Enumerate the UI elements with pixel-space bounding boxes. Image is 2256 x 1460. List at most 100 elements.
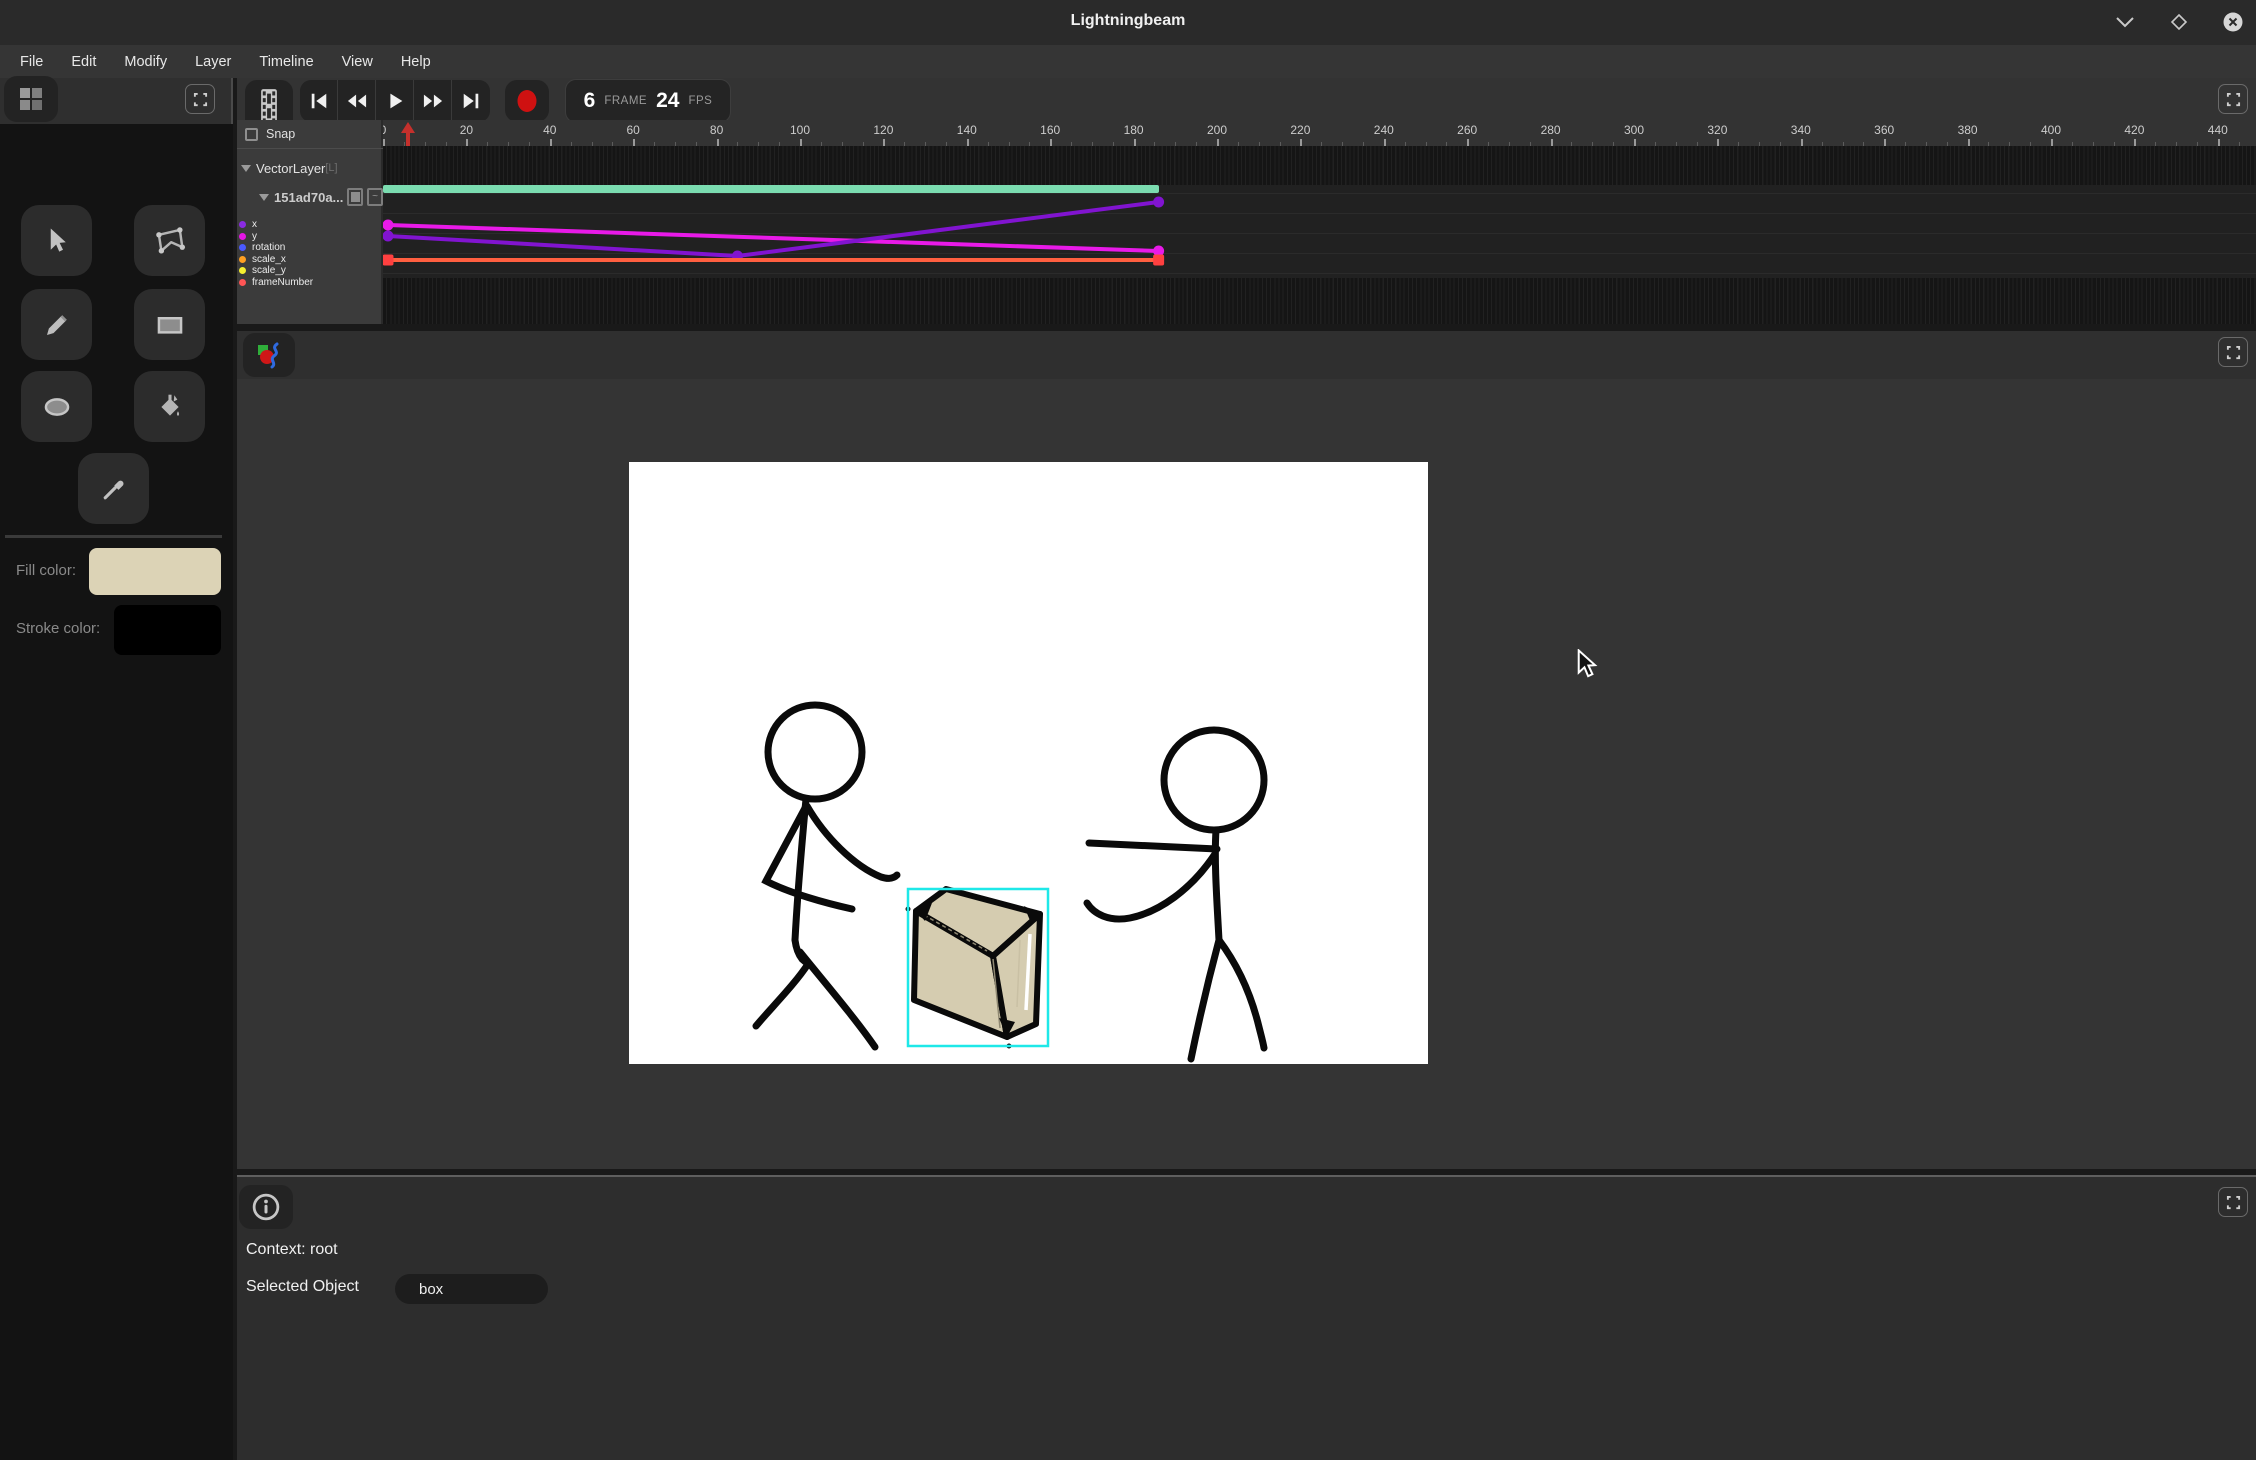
fill-color-swatch[interactable] <box>89 548 221 595</box>
ruler-tick <box>1551 139 1553 146</box>
grid-layout-icon[interactable] <box>4 76 58 122</box>
transform-tool-button[interactable] <box>134 205 205 276</box>
property-row-y[interactable]: y <box>239 231 313 243</box>
property-color-dot <box>239 233 246 240</box>
collapse-arrow-icon[interactable] <box>259 194 269 201</box>
keyframe-y[interactable] <box>383 220 394 231</box>
rectangle-icon <box>154 309 186 341</box>
paint-bucket-tool-button[interactable] <box>134 371 205 442</box>
timeline-header: 6 FRAME 24 FPS <box>237 78 2256 120</box>
property-row-frameNumber[interactable]: frameNumber <box>239 277 313 289</box>
ruler-label: 0 <box>383 123 386 137</box>
info-icon[interactable] <box>239 1185 293 1229</box>
fps-label: FPS <box>688 95 712 107</box>
ruler-label: 220 <box>1290 123 1310 137</box>
sidebar-fullscreen-icon[interactable] <box>185 84 215 114</box>
ruler-tick <box>1384 139 1386 146</box>
minimize-icon[interactable] <box>2112 9 2138 35</box>
skip-to-end-button[interactable] <box>452 80 490 122</box>
ruler-label: 380 <box>1958 123 1978 137</box>
keyframe-frameNumber[interactable] <box>1153 255 1164 266</box>
title-bar: Lightningbeam <box>0 0 2256 45</box>
figure-head <box>768 705 862 799</box>
ruler-label: 20 <box>460 123 473 137</box>
pencil-tool-button[interactable] <box>21 289 92 360</box>
eyedropper-tool-button[interactable] <box>78 453 149 524</box>
keyframe-frameNumber[interactable] <box>383 255 394 266</box>
ellipse-tool-button[interactable] <box>21 371 92 442</box>
ruler-label: 160 <box>1040 123 1060 137</box>
info-panel-fullscreen-icon[interactable] <box>2218 1187 2248 1217</box>
ruler-tick <box>1467 139 1469 146</box>
playhead[interactable] <box>401 122 416 146</box>
ruler-tick <box>1050 139 1052 146</box>
close-icon[interactable] <box>2220 9 2246 35</box>
keyframe-x[interactable] <box>1153 197 1164 208</box>
ruler-label: 420 <box>2124 123 2144 137</box>
menu-timeline[interactable]: Timeline <box>245 54 327 70</box>
menu-modify[interactable]: Modify <box>110 54 181 70</box>
transport-controls <box>300 80 490 122</box>
fast-forward-button[interactable] <box>414 80 452 122</box>
info-panel: Context: root Selected Object box <box>237 1175 2256 1460</box>
property-row-scale_x[interactable]: scale_x <box>239 254 313 266</box>
menu-help[interactable]: Help <box>387 54 445 70</box>
ruler-label: 360 <box>1874 123 1894 137</box>
skip-to-start-button[interactable] <box>300 80 338 122</box>
stick-figure-right[interactable] <box>1087 730 1264 1059</box>
box-object[interactable] <box>906 889 1049 1049</box>
menu-bar: FileEditModifyLayerTimelineViewHelp <box>0 45 2256 78</box>
ruler-label: 200 <box>1207 123 1227 137</box>
property-row-rotation[interactable]: rotation <box>239 242 313 254</box>
selected-object-field[interactable]: box <box>395 1274 548 1304</box>
pencil-icon <box>42 310 72 340</box>
rectangle-tool-button[interactable] <box>134 289 205 360</box>
ruler-label: 60 <box>627 123 640 137</box>
property-row-scale_y[interactable]: scale_y <box>239 265 313 277</box>
sublayer-curve-toggle[interactable]: ~ <box>367 188 383 206</box>
ellipse-icon <box>41 391 73 423</box>
layer-suffix: [L] <box>325 162 337 174</box>
ruler-label: 260 <box>1457 123 1477 137</box>
timeline-ruler[interactable]: 0204060801001201401601802002202402602803… <box>383 120 2256 146</box>
collapse-arrow-icon[interactable] <box>241 165 251 172</box>
ruler-label: 280 <box>1541 123 1561 137</box>
ruler-label: 340 <box>1791 123 1811 137</box>
property-color-dot <box>239 279 246 286</box>
layer-row-vectorlayer[interactable]: VectorLayer [L] <box>237 156 383 180</box>
curve-y[interactable] <box>388 225 1159 251</box>
ruler-label: 320 <box>1707 123 1727 137</box>
canvas-fullscreen-icon[interactable] <box>2218 337 2248 367</box>
menu-layer[interactable]: Layer <box>181 54 245 70</box>
property-row-x[interactable]: x <box>239 219 313 231</box>
maximize-icon[interactable] <box>2166 9 2192 35</box>
app-window: Lightningbeam FileEditModifyLayerTimelin… <box>0 0 2256 1460</box>
timeline-fullscreen-icon[interactable] <box>2218 84 2248 114</box>
rewind-button[interactable] <box>338 80 376 122</box>
property-label: y <box>252 231 257 242</box>
drawing-canvas[interactable] <box>629 462 1428 1064</box>
snap-checkbox[interactable] <box>245 128 258 141</box>
record-button[interactable] <box>505 80 549 122</box>
record-icon <box>515 89 539 113</box>
sublayer-solid-toggle[interactable] <box>347 188 363 206</box>
timeline-tracks[interactable] <box>383 146 2256 324</box>
keyframe-x[interactable] <box>383 231 394 242</box>
select-tool-button[interactable] <box>21 205 92 276</box>
keyframe-curves[interactable] <box>383 146 2256 324</box>
property-color-dot <box>239 221 246 228</box>
stick-figure-left[interactable] <box>756 705 897 1047</box>
ruler-label: 140 <box>957 123 977 137</box>
menu-view[interactable]: View <box>328 54 387 70</box>
sidebar-header <box>0 78 233 124</box>
stroke-color-swatch[interactable] <box>114 605 221 655</box>
ruler-tick <box>1884 139 1886 146</box>
play-button[interactable] <box>376 80 414 122</box>
shapes-panel-icon[interactable] <box>243 333 295 377</box>
property-label: frameNumber <box>252 277 313 288</box>
ruler-tick <box>717 139 719 146</box>
menu-file[interactable]: File <box>6 54 57 70</box>
menu-edit[interactable]: Edit <box>57 54 110 70</box>
sublayer-row[interactable]: 151ad70a... ~ <box>237 184 383 210</box>
window-title: Lightningbeam <box>0 12 2256 30</box>
